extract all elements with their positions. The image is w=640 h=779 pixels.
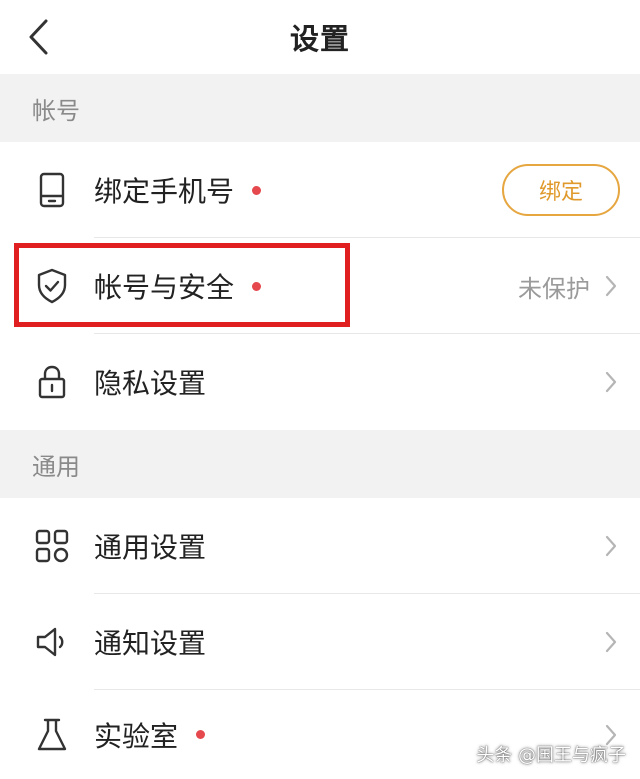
chevron-right-icon xyxy=(605,371,617,393)
notification-dot xyxy=(252,185,262,195)
flask-icon xyxy=(34,717,70,753)
top-bar: 设置 xyxy=(0,0,640,74)
account-security-label: 帐号与安全 xyxy=(94,266,262,306)
shield-icon xyxy=(34,268,70,304)
notification-dot xyxy=(196,730,206,739)
notification-settings-label: 通知设置 xyxy=(94,627,207,660)
lock-icon xyxy=(34,364,70,400)
page-title: 设置 xyxy=(289,22,350,56)
bind-phone-label: 绑定手机号 xyxy=(94,170,262,210)
bind-button[interactable]: 绑定 xyxy=(502,164,620,216)
section-title: 通用 xyxy=(32,452,80,481)
grid-icon xyxy=(34,528,70,564)
notification-settings-row[interactable]: 通知设置 xyxy=(0,594,640,690)
account-security-row[interactable]: 帐号与安全 未保护 xyxy=(0,238,640,334)
privacy-settings-label: 隐私设置 xyxy=(94,367,207,400)
back-button[interactable] xyxy=(18,14,58,60)
back-arrow-icon xyxy=(29,19,48,55)
chevron-right-icon xyxy=(605,275,617,297)
watermark: 头条 @国王与疯子 xyxy=(476,745,626,766)
chevron-right-icon xyxy=(605,535,617,557)
privacy-settings-row[interactable]: 隐私设置 xyxy=(0,334,640,430)
section-title: 帐号 xyxy=(32,96,80,125)
general-settings-label: 通用设置 xyxy=(94,531,207,564)
security-status: 未保护 xyxy=(518,274,590,303)
section-header-account: 帐号 xyxy=(0,74,640,142)
general-settings-row[interactable]: 通用设置 xyxy=(0,498,640,594)
lab-label: 实验室 xyxy=(94,715,206,755)
bind-phone-row[interactable]: 绑定手机号 绑定 xyxy=(0,142,640,238)
phone-icon xyxy=(34,172,70,208)
notification-dot xyxy=(252,281,262,291)
chevron-right-icon xyxy=(605,631,617,653)
speaker-icon xyxy=(34,624,70,660)
section-header-general: 通用 xyxy=(0,430,640,498)
